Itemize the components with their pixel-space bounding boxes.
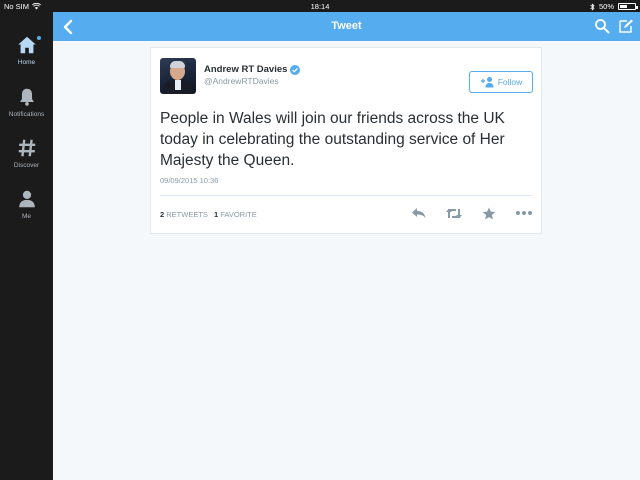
reply-icon [412,208,426,218]
battery-fill [620,5,627,8]
favorite-button[interactable] [480,205,498,221]
page-title: Tweet [331,20,362,32]
sidebar-item-label: Home [17,59,36,66]
bell-icon [19,88,34,106]
sidebar-item-label: Discover [13,162,40,169]
more-icon [516,211,532,215]
verified-badge-icon [290,64,301,75]
follow-button[interactable]: Follow [469,71,533,93]
status-bar: No SIM 18:14 50% [0,0,640,12]
reply-button[interactable] [410,205,428,221]
status-time: 18:14 [310,2,330,11]
author-handle[interactable]: @AndrewRTDavies [204,76,279,86]
favorites-stat[interactable]: 1 FAVORITE [214,210,257,219]
bluetooth-icon [590,2,595,11]
tweet-timestamp: 09/09/2015 10:36 [160,176,219,185]
tweet-stats: 2 RETWEETS 1 FAVORITE [160,210,257,219]
hashtag-icon [18,139,35,157]
battery-icon [618,3,638,10]
retweet-icon [446,208,462,218]
favorites-label: FAVORITE [220,210,257,219]
favorite-star-icon [482,207,496,219]
new-content-dot [37,36,41,40]
retweets-stat[interactable]: 2 RETWEETS [160,210,208,219]
search-icon[interactable] [594,18,610,34]
tweet-actions [393,205,533,221]
retweets-count: 2 [160,210,165,219]
sidebar-item-label: Me [21,213,32,220]
sidebar-item-label: Notifications [8,111,45,118]
home-icon [17,36,36,54]
author-name: Andrew RT Davies [204,64,288,75]
sidebar-item-me[interactable]: Me [0,188,53,220]
person-icon [18,190,35,208]
header-bar: Tweet [53,12,640,41]
author-name-row[interactable]: Andrew RT Davies [204,64,301,75]
avatar-hair [170,61,185,68]
retweet-button[interactable] [445,205,463,221]
sidebar-item-home[interactable]: Home [0,34,53,66]
sidebar-item-notifications[interactable]: Notifications [0,86,53,118]
tweet-text: People in Wales will join our friends ac… [160,110,505,169]
divider [160,195,532,196]
sidebar-item-discover[interactable]: Discover [0,137,53,169]
compose-icon[interactable] [618,18,634,34]
avatar[interactable] [160,58,196,94]
sidebar: Home Notifications Discover Me [0,12,53,480]
add-user-icon [480,77,494,88]
status-right: 50% [590,2,638,11]
avatar-shirt [175,80,181,90]
tweet-card: Andrew RT Davies @AndrewRTDavies Follow … [150,47,542,234]
battery-percent: 50% [598,2,614,11]
favorites-count: 1 [213,210,219,219]
more-button[interactable] [515,205,533,221]
retweets-label: RETWEETS [166,210,208,219]
main-content: Andrew RT Davies @AndrewRTDavies Follow … [53,41,640,480]
follow-label: Follow [497,77,523,87]
